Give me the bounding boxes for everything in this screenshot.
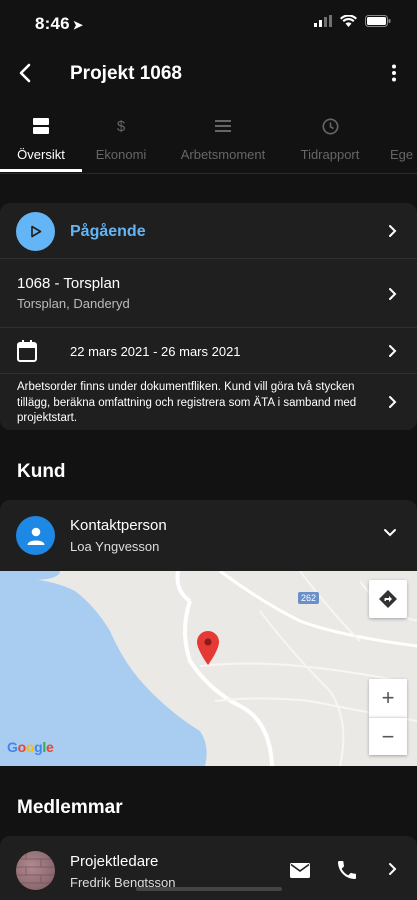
location-map[interactable]: 262 + − Google xyxy=(0,571,417,766)
description-row[interactable]: Arbetsorder finns under dokumentfliken. … xyxy=(0,374,417,430)
tab-label: Tidrapport xyxy=(300,147,360,162)
more-options-button[interactable] xyxy=(381,58,407,88)
tab-arbetsmoment[interactable]: Arbetsmoment xyxy=(172,108,274,172)
project-description: Arbetsorder finns under dokumentfliken. … xyxy=(17,381,357,424)
status-row[interactable]: Pågående xyxy=(0,203,417,259)
avatar xyxy=(16,851,55,890)
home-indicator xyxy=(136,887,282,891)
chevron-right-icon xyxy=(389,288,397,300)
members-section-title: Medlemmar xyxy=(17,797,123,818)
app-bar: Projekt 1068 xyxy=(0,46,417,102)
zoom-in-button[interactable]: + xyxy=(369,679,407,717)
battery-icon xyxy=(365,15,391,27)
contact-card[interactable]: Kontaktperson Loa Yngvesson xyxy=(0,500,417,572)
directions-icon xyxy=(379,590,397,608)
wifi-icon xyxy=(340,15,357,27)
tab-label: Ege xyxy=(390,147,414,162)
contact-label: Kontaktperson xyxy=(70,517,167,534)
date-row[interactable]: 22 mars 2021 - 26 mars 2021 xyxy=(0,328,417,374)
overview-card: Pågående 1068 - Torsplan Torsplan, Dande… xyxy=(0,203,417,430)
road-number-badge: 262 xyxy=(298,592,320,604)
member-role: Projektledare xyxy=(70,853,159,870)
tab-label: Arbetsmoment xyxy=(180,147,266,162)
dollar-icon: $ xyxy=(116,117,126,135)
google-logo: Google xyxy=(7,739,54,755)
tab-oversikt[interactable]: Översikt xyxy=(0,108,82,172)
status-bar: 8:46 ➤ xyxy=(0,0,417,46)
contact-avatar xyxy=(16,516,55,555)
tab-ekonomi[interactable]: $ Ekonomi xyxy=(85,108,157,172)
status-time: 8:46 ➤ xyxy=(35,14,83,34)
list-icon xyxy=(215,120,231,132)
overview-icon xyxy=(33,118,49,134)
chevron-left-icon xyxy=(19,63,31,83)
project-address: Torsplan, Danderyd xyxy=(17,296,130,311)
project-title: 1068 - Torsplan xyxy=(17,275,121,292)
status-label: Pågående xyxy=(70,223,146,240)
chevron-right-icon xyxy=(389,225,397,237)
signal-icon xyxy=(314,15,332,27)
tab-label: Översikt xyxy=(17,147,65,162)
chevron-right-icon xyxy=(389,345,397,357)
active-tab-indicator xyxy=(0,169,82,172)
map-canvas xyxy=(0,571,417,766)
date-range: 22 mars 2021 - 26 mars 2021 xyxy=(70,344,241,359)
calendar-icon xyxy=(17,340,37,362)
project-row[interactable]: 1068 - Torsplan Torsplan, Danderyd xyxy=(0,259,417,328)
contact-name: Loa Yngvesson xyxy=(70,539,160,554)
map-pin-icon[interactable] xyxy=(197,631,219,665)
phone-icon[interactable] xyxy=(338,861,356,879)
play-icon xyxy=(30,225,41,238)
chevron-down-icon[interactable] xyxy=(383,528,397,537)
location-arrow-icon: ➤ xyxy=(72,18,84,32)
tab-label: Ekonomi xyxy=(95,147,147,162)
status-icons xyxy=(314,15,391,27)
tab-ege[interactable]: Ege xyxy=(390,108,417,172)
tab-bar: Översikt $ Ekonomi Arbetsmoment Tidrappo… xyxy=(0,108,417,174)
zoom-out-button[interactable]: − xyxy=(369,717,407,755)
status-badge xyxy=(16,212,55,251)
clock-time: 8:46 xyxy=(35,14,70,33)
tab-tidrapport[interactable]: Tidrapport xyxy=(292,108,368,172)
clock-icon xyxy=(322,118,338,134)
customer-section-title: Kund xyxy=(17,461,66,482)
avatar-pattern xyxy=(16,851,55,884)
more-vertical-icon xyxy=(392,64,396,82)
page-title: Projekt 1068 xyxy=(70,63,182,84)
mail-icon[interactable] xyxy=(290,863,310,878)
chevron-right-icon[interactable] xyxy=(388,862,397,876)
back-button[interactable] xyxy=(10,58,40,88)
chevron-right-icon xyxy=(389,396,397,408)
recenter-button[interactable] xyxy=(369,580,407,618)
person-icon xyxy=(27,527,44,545)
